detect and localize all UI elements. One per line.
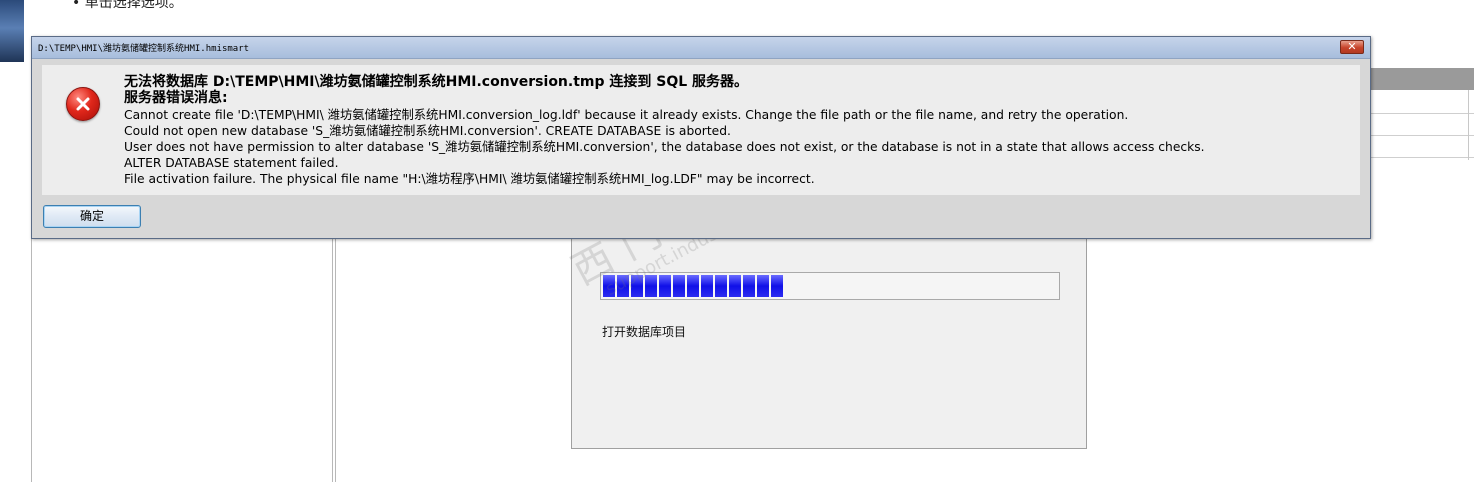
error-details: Cannot create file 'D:\TEMP\HMI\ 潍坊氨储罐控制… [124,107,1205,187]
list-header [1365,68,1474,90]
background-help-text: • 单击选择选项。 [72,0,183,11]
list-row-divider [1370,135,1474,136]
app-side-banner [0,0,24,62]
open-project-progress-window: 打开数据库项目 [571,238,1087,449]
progress-block [771,275,783,297]
progress-bar-fill [603,275,783,297]
dialog-titlebar[interactable]: D:\TEMP\HMI\潍坊氨储罐控制系统HMI.hmismart ✕ [32,37,1370,59]
progress-status-text: 打开数据库项目 [602,325,687,339]
progress-block [617,275,629,297]
message-panel: 无法将数据库 D:\TEMP\HMI\潍坊氨储罐控制系统HMI.conversi… [42,65,1360,195]
error-line: File activation failure. The physical fi… [124,172,815,186]
error-line: ALTER DATABASE statement failed. [124,156,339,170]
scrollbar-edge [1468,90,1469,160]
list-row-divider [1370,157,1474,158]
list-row-divider [1370,113,1474,114]
progress-block [757,275,769,297]
progress-bar [600,272,1060,300]
progress-block [673,275,685,297]
error-line: Could not open new database 'S_潍坊氨储罐控制系统… [124,124,731,138]
error-dialog: D:\TEMP\HMI\潍坊氨储罐控制系统HMI.hmismart ✕ 无法将数… [31,36,1371,239]
close-icon: ✕ [1347,40,1357,53]
progress-block [645,275,657,297]
progress-block [603,275,615,297]
error-line: User does not have permission to alter d… [124,140,1205,154]
progress-block [715,275,727,297]
dialog-title: D:\TEMP\HMI\潍坊氨储罐控制系统HMI.hmismart [38,44,250,54]
progress-block [659,275,671,297]
close-button[interactable]: ✕ [1340,40,1364,54]
progress-block [743,275,755,297]
progress-block [701,275,713,297]
server-error-label: 服务器错误消息: [124,90,228,106]
error-line: Cannot create file 'D:\TEMP\HMI\ 潍坊氨储罐控制… [124,108,1129,122]
progress-block [687,275,699,297]
progress-block [631,275,643,297]
progress-block [729,275,741,297]
ok-button[interactable]: 确定 [43,205,141,228]
error-x-icon [66,87,100,121]
